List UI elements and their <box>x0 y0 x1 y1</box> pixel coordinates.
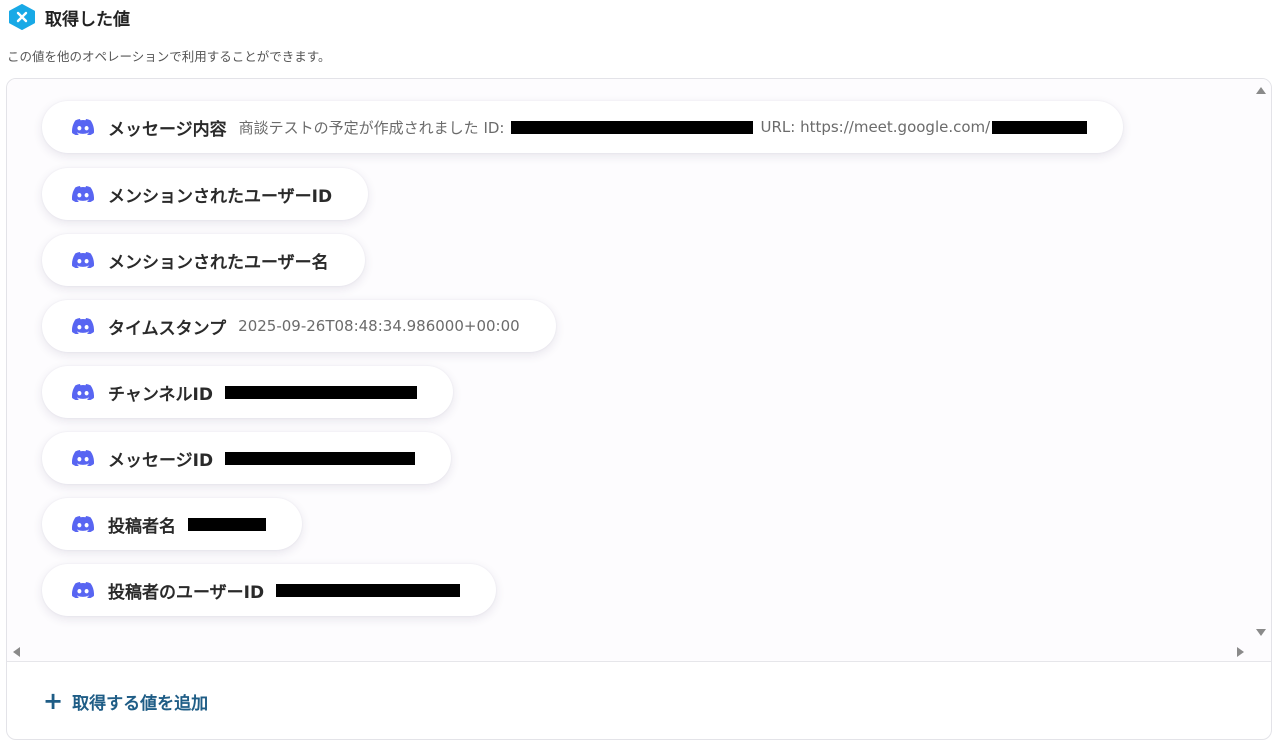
chip-label: 投稿者名 <box>108 516 176 537</box>
discord-icon <box>72 384 94 400</box>
redacted-block <box>276 583 461 597</box>
value-chip-mentioned-user-id[interactable]: メンションされたユーザーID <box>42 168 369 220</box>
values-panel: メッセージ内容 商談テストの予定が作成されました ID: URL: https:… <box>6 78 1272 740</box>
chip-label: メンションされたユーザーID <box>108 186 333 207</box>
add-value-button[interactable]: + 取得する値を追加 <box>43 687 208 715</box>
value-chip-mentioned-user-name[interactable]: メンションされたユーザー名 <box>42 234 365 286</box>
page-title: 取得した値 <box>45 9 130 30</box>
discord-icon <box>72 450 94 466</box>
discord-icon <box>72 582 94 598</box>
value-chip-author-name[interactable]: 投稿者名 <box>42 498 302 550</box>
discord-icon <box>72 186 94 202</box>
values-scroll-area[interactable]: メッセージ内容 商談テストの予定が作成されました ID: URL: https:… <box>7 79 1271 662</box>
chip-label: タイムスタンプ <box>108 318 227 339</box>
value-chip-message-id[interactable]: メッセージID <box>42 432 452 484</box>
chip-value: 2025-09-26T08:48:34.986000+00:00 <box>238 317 520 335</box>
scroll-left-arrow-icon[interactable] <box>13 647 20 657</box>
add-value-label: 取得する値を追加 <box>72 693 209 714</box>
value-chip-timestamp[interactable]: タイムスタンプ 2025-09-26T08:48:34.986000+00:00 <box>42 300 556 352</box>
redacted-block <box>224 385 417 399</box>
chip-value: 商談テストの予定が作成されました ID: <box>238 118 505 137</box>
value-chip-message-content[interactable]: メッセージ内容 商談テストの予定が作成されました ID: URL: https:… <box>42 101 1124 153</box>
redacted-block <box>225 451 416 465</box>
scroll-down-arrow-icon[interactable] <box>1256 629 1266 636</box>
section-header: 取得した値 <box>8 4 130 30</box>
discord-icon <box>72 119 94 135</box>
discord-icon <box>72 516 94 532</box>
scroll-right-arrow-icon[interactable] <box>1237 647 1244 657</box>
value-chip-channel-id[interactable]: チャンネルID <box>42 366 453 418</box>
value-chip-author-user-id[interactable]: 投稿者のユーザーID <box>42 564 497 616</box>
chip-label: チャンネルID <box>108 384 213 405</box>
chip-label: メッセージID <box>108 450 214 471</box>
redacted-block <box>188 517 266 531</box>
chip-label: メンションされたユーザー名 <box>108 252 329 273</box>
chip-value-url: URL: https://meet.google.com/ <box>760 118 991 136</box>
chip-label: 投稿者のユーザーID <box>108 582 265 603</box>
page-subtitle: この値を他のオペレーションで利用することができます。 <box>7 49 331 64</box>
chip-label: メッセージ内容 <box>108 119 227 140</box>
discord-icon <box>72 252 94 268</box>
redacted-block <box>511 120 754 134</box>
yoom-x-icon <box>8 4 36 30</box>
redacted-block <box>992 120 1088 134</box>
plus-icon: + <box>43 687 64 715</box>
scroll-up-arrow-icon[interactable] <box>1256 87 1266 94</box>
discord-icon <box>72 318 94 334</box>
